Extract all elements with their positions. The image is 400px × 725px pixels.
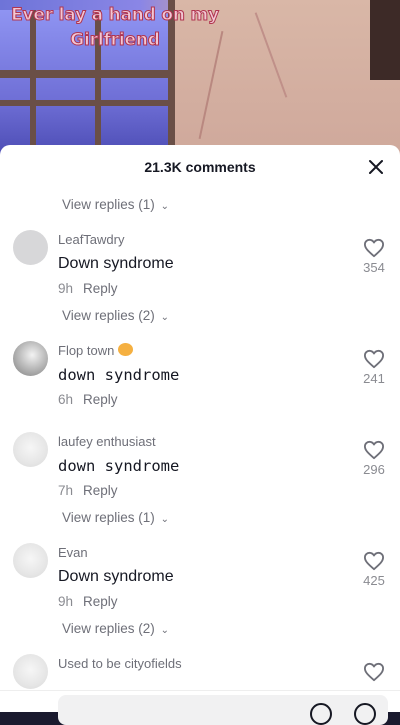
comment-text: Down syndrome [58,255,174,272]
reply-button[interactable]: Reply [83,594,118,609]
window-bar [0,70,175,78]
view-replies-button[interactable]: View replies (1) ⌄ [62,197,169,212]
like-count: 241 [363,371,385,386]
view-replies-label: View replies (1) [62,510,155,525]
comment-meta: 9h Reply [58,281,118,296]
view-replies-label: View replies (2) [62,308,155,323]
like-count: 425 [363,573,385,588]
comment-meta: 9h Reply [58,594,118,609]
view-replies-button[interactable]: View replies (2) ⌄ [62,308,169,323]
comment-username[interactable]: Used to be cityofields [58,656,182,671]
comment-input-field[interactable] [58,695,388,725]
heart-outline-icon [363,238,384,258]
window-bar [0,100,175,106]
comment-username[interactable]: LeafTawdry [58,232,124,247]
avatar[interactable] [13,654,48,689]
like-button[interactable]: 241 [360,349,388,386]
comment-username[interactable]: Flop town [58,343,134,358]
comments-sheet: 21.3K comments View replies (1) ⌄ LeafTa… [0,145,400,711]
caption-line-2: Girlfriend [70,30,161,51]
comment-time: 7h [58,483,74,498]
smiling-emoji-icon [118,343,134,356]
chevron-down-icon: ⌄ [160,312,169,323]
comment-text: down syndrome [58,457,180,475]
reply-button[interactable]: Reply [83,281,118,296]
chevron-down-icon: ⌄ [160,201,169,212]
comment-username[interactable]: laufey enthusiast [58,434,156,449]
avatar[interactable] [13,543,48,578]
video-caption: Ever lay a hand on my Girlfriend [0,3,230,53]
like-button[interactable]: 425 [360,551,388,588]
video-background: Ever lay a hand on my Girlfriend [0,0,400,160]
chevron-down-icon: ⌄ [160,514,169,525]
avatar[interactable] [13,341,48,376]
avatar[interactable] [13,432,48,467]
heart-outline-icon [363,662,384,682]
comment-meta: 6h Reply [58,392,118,407]
like-count: 296 [363,462,385,477]
comment-meta: 7h Reply [58,483,118,498]
comment-username-text: Flop town [58,343,115,358]
heart-outline-icon [363,551,384,571]
comment-text: Down syndrome [58,568,174,585]
like-count: 354 [363,260,385,275]
caption-line-1: Ever lay a hand on my [11,5,220,26]
reply-button[interactable]: Reply [83,392,118,407]
dark-corner [370,0,400,80]
reply-button[interactable]: Reply [83,483,118,498]
comment-username[interactable]: Evan [58,545,88,560]
like-button[interactable]: 354 [360,238,388,275]
like-button[interactable] [360,662,388,682]
comment-time: 9h [58,594,74,609]
at-sign-icon[interactable] [310,703,332,725]
view-replies-label: View replies (1) [62,197,155,212]
view-replies-button[interactable]: View replies (2) ⌄ [62,621,169,636]
heart-outline-icon [363,440,384,460]
view-replies-label: View replies (2) [62,621,155,636]
sheet-header: 21.3K comments [0,145,400,191]
avatar[interactable] [13,230,48,265]
comment-time: 9h [58,281,74,296]
comment-text: down syndrome [58,366,180,384]
like-button[interactable]: 296 [360,440,388,477]
view-replies-button[interactable]: View replies (1) ⌄ [62,510,169,525]
comments-count-title: 21.3K comments [144,159,256,175]
comment-time: 6h [58,392,74,407]
chevron-down-icon: ⌄ [160,625,169,636]
comment-input-bar [0,690,400,725]
heart-outline-icon [363,349,384,369]
close-button[interactable] [366,157,386,177]
close-icon [369,160,383,174]
emoji-icon[interactable] [354,703,376,725]
